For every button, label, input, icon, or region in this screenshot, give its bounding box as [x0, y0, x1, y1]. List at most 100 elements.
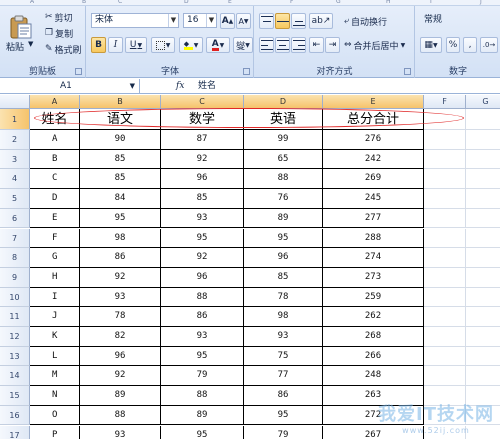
- table-cell[interactable]: 88: [244, 169, 323, 190]
- table-cell[interactable]: [424, 287, 466, 308]
- formula-input[interactable]: 姓名: [198, 79, 216, 93]
- table-cell[interactable]: 93: [161, 327, 244, 347]
- italic-button[interactable]: I: [108, 37, 123, 53]
- row-header-6[interactable]: 6: [0, 208, 30, 229]
- table-cell[interactable]: 88: [161, 287, 244, 308]
- row-header-3[interactable]: 3: [0, 149, 30, 170]
- header-cell[interactable]: 英语: [244, 109, 323, 130]
- column-header-f[interactable]: F: [424, 95, 466, 109]
- table-cell[interactable]: 95: [244, 405, 323, 426]
- table-cell[interactable]: 89: [161, 405, 244, 426]
- row-header-8[interactable]: 8: [0, 248, 30, 268]
- table-cell[interactable]: [424, 366, 466, 387]
- table-cell[interactable]: 96: [244, 248, 323, 268]
- alignment-dialog-launcher[interactable]: [404, 68, 411, 75]
- shrink-font-button[interactable]: A ▼: [236, 13, 251, 29]
- table-cell[interactable]: 269: [323, 169, 424, 190]
- grow-font-button[interactable]: A ▲: [220, 13, 235, 29]
- row-header-7[interactable]: 7: [0, 228, 30, 249]
- row-header-11[interactable]: 11: [0, 307, 30, 327]
- table-cell[interactable]: 84: [80, 189, 161, 209]
- table-cell[interactable]: 85: [80, 149, 161, 170]
- table-cell[interactable]: [424, 307, 466, 327]
- header-cell[interactable]: [424, 109, 466, 130]
- table-cell[interactable]: [424, 267, 466, 288]
- row-header-1[interactable]: 1: [0, 109, 30, 130]
- table-cell[interactable]: 85: [161, 189, 244, 209]
- row-header-2[interactable]: 2: [0, 130, 30, 150]
- table-cell[interactable]: 96: [80, 346, 161, 367]
- header-cell[interactable]: 语文: [80, 109, 161, 130]
- row-header-12[interactable]: 12: [0, 327, 30, 347]
- table-cell[interactable]: 96: [161, 267, 244, 288]
- bold-button[interactable]: B: [91, 37, 106, 53]
- table-cell[interactable]: 248: [323, 366, 424, 387]
- table-cell[interactable]: [424, 327, 466, 347]
- table-cell[interactable]: 92: [80, 267, 161, 288]
- table-cell[interactable]: 268: [323, 327, 424, 347]
- table-cell[interactable]: 95: [161, 228, 244, 249]
- table-cell[interactable]: 92: [80, 366, 161, 387]
- align-right-button[interactable]: [291, 37, 306, 53]
- font-name-select[interactable]: 宋体 ▼: [91, 13, 179, 28]
- table-cell[interactable]: [424, 169, 466, 190]
- table-cell[interactable]: [466, 347, 500, 367]
- fill-color-button[interactable]: ◆ ▼: [179, 37, 203, 53]
- column-header-a[interactable]: A: [30, 95, 80, 109]
- header-cell[interactable]: 数学: [161, 109, 244, 130]
- table-cell[interactable]: E: [30, 208, 80, 229]
- row-header-13[interactable]: 13: [0, 346, 30, 367]
- clipboard-dialog-launcher[interactable]: [75, 68, 82, 75]
- table-cell[interactable]: [424, 248, 466, 268]
- table-cell[interactable]: D: [30, 189, 80, 209]
- table-cell[interactable]: [424, 228, 466, 249]
- table-cell[interactable]: 242: [323, 149, 424, 170]
- table-cell[interactable]: 77: [244, 366, 323, 387]
- copy-button[interactable]: ❐ 复制: [42, 25, 84, 41]
- row-header-14[interactable]: 14: [0, 366, 30, 387]
- accounting-format-button[interactable]: ▦ ▼: [420, 37, 442, 53]
- table-cell[interactable]: 85: [80, 169, 161, 190]
- table-cell[interactable]: [466, 288, 500, 308]
- row-header-5[interactable]: 5: [0, 189, 30, 209]
- table-cell[interactable]: 85: [244, 267, 323, 288]
- table-cell[interactable]: 245: [323, 189, 424, 209]
- table-cell[interactable]: 95: [161, 425, 244, 439]
- table-cell[interactable]: G: [30, 248, 80, 268]
- table-cell[interactable]: 78: [244, 287, 323, 308]
- font-size-select[interactable]: 16 ▼: [183, 13, 217, 28]
- table-cell[interactable]: 93: [244, 327, 323, 347]
- table-cell[interactable]: 93: [161, 208, 244, 229]
- header-cell[interactable]: 姓名: [30, 109, 80, 130]
- table-cell[interactable]: H: [30, 267, 80, 288]
- table-cell[interactable]: [466, 248, 500, 268]
- table-cell[interactable]: 98: [244, 307, 323, 327]
- align-bottom-button[interactable]: [291, 13, 306, 29]
- table-cell[interactable]: 288: [323, 228, 424, 249]
- column-header-g[interactable]: G: [466, 95, 500, 109]
- table-cell[interactable]: 89: [80, 386, 161, 406]
- paste-dropdown-icon[interactable]: ▼: [28, 40, 33, 48]
- table-cell[interactable]: 78: [80, 307, 161, 327]
- table-cell[interactable]: B: [30, 149, 80, 170]
- table-cell[interactable]: 82: [80, 327, 161, 347]
- table-cell[interactable]: 93: [80, 287, 161, 308]
- row-header-10[interactable]: 10: [0, 287, 30, 308]
- table-cell[interactable]: 262: [323, 307, 424, 327]
- table-cell[interactable]: 75: [244, 346, 323, 367]
- table-cell[interactable]: 95: [80, 208, 161, 229]
- table-cell[interactable]: L: [30, 346, 80, 367]
- table-cell[interactable]: 88: [161, 386, 244, 406]
- align-left-button[interactable]: [259, 37, 274, 53]
- table-cell[interactable]: 86: [161, 307, 244, 327]
- name-box[interactable]: A1 ▼: [0, 79, 140, 94]
- column-header-b[interactable]: B: [80, 95, 161, 109]
- table-cell[interactable]: 274: [323, 248, 424, 268]
- column-header-e[interactable]: E: [323, 95, 424, 109]
- orientation-button[interactable]: ab↗: [309, 13, 333, 29]
- row-header-17[interactable]: 17: [0, 425, 30, 439]
- table-cell[interactable]: 87: [161, 130, 244, 150]
- increase-indent-button[interactable]: ⇥: [325, 37, 340, 53]
- table-cell[interactable]: [424, 208, 466, 229]
- align-top-button[interactable]: [259, 13, 274, 29]
